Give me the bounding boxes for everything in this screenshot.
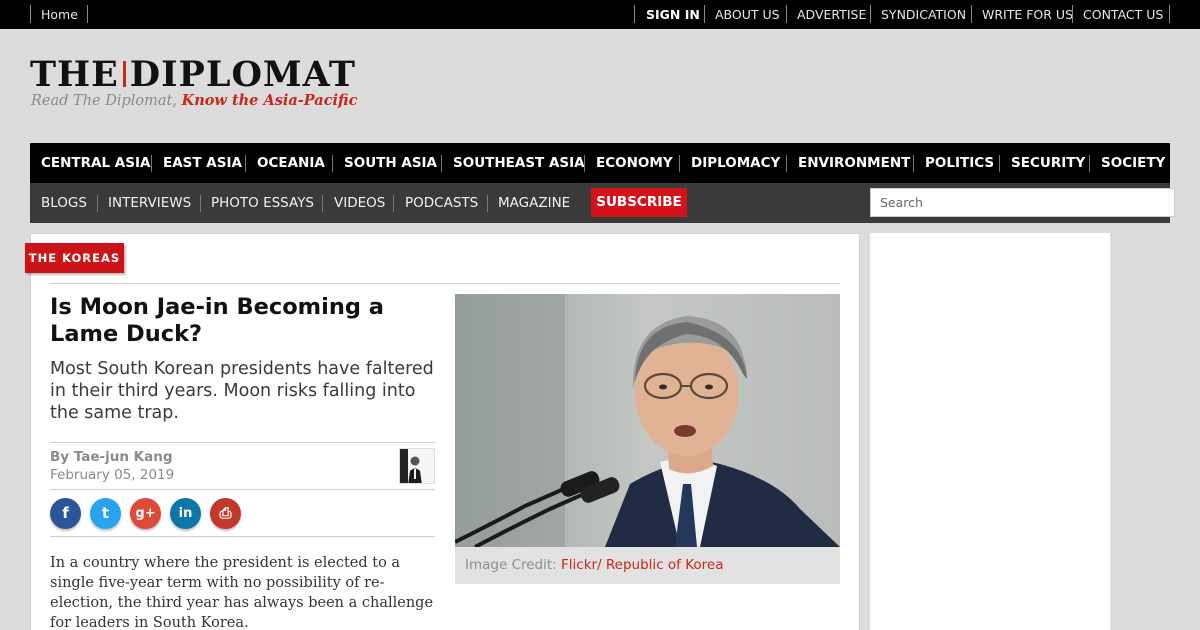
linkedin-icon[interactable]: in [170,498,201,529]
facebook-icon[interactable]: f [50,498,81,529]
category-badge[interactable]: THE KOREAS [25,243,124,273]
separator [322,195,323,212]
advertise-link[interactable]: ADVERTISE [797,0,866,29]
separator [786,5,787,23]
main-nav: CENTRAL ASIA EAST ASIA OCEANIA SOUTH ASI… [30,143,1170,183]
logo-text-the: THE [30,54,119,95]
site-tagline: Read The Diplomat, Know the Asia-Pacific [31,92,357,109]
image-caption: Image Credit: Flickr/ Republic of Korea [455,547,840,584]
separator [634,5,635,23]
tagline-accent: Know the Asia-Pacific [181,92,358,109]
separator [332,155,333,172]
article-headline[interactable]: Is Moon Jae-in Becoming a Lame Duck? [50,294,440,348]
nav-magazine[interactable]: MAGAZINE [498,183,570,223]
nav-economy[interactable]: ECONOMY [596,143,673,183]
twitter-icon[interactable]: t [90,498,121,529]
sidebar-panel [870,233,1110,630]
top-bar: Home SIGN IN ABOUT US ADVERTISE SYNDICAT… [0,0,1200,29]
divider [50,442,435,443]
logo-divider [122,60,126,87]
logo-text-diplomat: DIPLOMAT [129,54,356,95]
about-us-link[interactable]: ABOUT US [715,0,780,29]
image-credit-link[interactable]: Flickr/ Republic of Korea [561,557,723,573]
separator [87,5,88,23]
nav-interviews[interactable]: INTERVIEWS [108,183,191,223]
separator [786,155,787,172]
separator [30,5,31,23]
byline-prefix: By [50,449,74,465]
separator [151,155,152,172]
nav-videos[interactable]: VIDEOS [334,183,385,223]
nav-blogs[interactable]: BLOGS [41,183,87,223]
separator [1072,5,1073,23]
separator [913,155,914,172]
search-input[interactable] [870,188,1175,217]
article-body: In a country where the president is elec… [50,555,434,630]
separator [487,195,488,212]
publish-date: February 05, 2019 [50,467,175,483]
print-icon[interactable]: ⎙ [210,498,241,529]
separator [200,195,201,212]
nav-southeast-asia[interactable]: SOUTHEAST ASIA [453,143,585,183]
site-logo[interactable]: THE DIPLOMAT [30,56,356,94]
nav-photo-essays[interactable]: PHOTO ESSAYS [211,183,314,223]
separator [584,155,585,172]
nav-society[interactable]: SOCIETY [1101,143,1165,183]
image-credit-label: Image Credit: [465,557,562,573]
google-plus-icon[interactable]: g+ [130,498,161,529]
write-for-us-link[interactable]: WRITE FOR US [982,0,1073,29]
nav-podcasts[interactable]: PODCASTS [405,183,478,223]
divider [50,536,435,537]
author-link[interactable]: Tae-jun Kang [74,449,173,465]
nav-diplomacy[interactable]: DIPLOMACY [691,143,780,183]
separator [999,155,1000,172]
article-dek: Most South Korean presidents have falter… [50,359,434,423]
nav-politics[interactable]: POLITICS [925,143,994,183]
nav-central-asia[interactable]: CENTRAL ASIA [41,143,150,183]
separator [97,195,98,212]
separator [1089,155,1090,172]
byline: By Tae-jun Kang [50,449,173,465]
separator [245,155,246,172]
nav-environment[interactable]: ENVIRONMENT [798,143,910,183]
nav-south-asia[interactable]: SOUTH ASIA [344,143,437,183]
tagline-plain: Read The Diplomat, [31,93,182,109]
author-avatar[interactable] [399,448,435,484]
syndication-link[interactable]: SYNDICATION [881,0,966,29]
sub-nav: BLOGS INTERVIEWS PHOTO ESSAYS VIDEOS POD… [30,183,1175,223]
nav-security[interactable]: SECURITY [1011,143,1085,183]
separator [441,155,442,172]
separator [679,155,680,172]
separator [870,5,871,23]
home-link[interactable]: Home [41,0,78,29]
subscribe-button[interactable]: SUBSCRIBE [591,188,687,217]
separator [1169,5,1170,23]
contact-us-link[interactable]: CONTACT US [1083,0,1163,29]
divider [50,283,840,284]
separator [393,195,394,212]
separator [971,5,972,23]
sign-in-link[interactable]: SIGN IN [646,0,700,29]
nav-oceania[interactable]: OCEANIA [257,143,325,183]
nav-east-asia[interactable]: EAST ASIA [163,143,242,183]
article-photo [455,294,840,547]
divider [50,489,435,490]
separator [704,5,705,23]
